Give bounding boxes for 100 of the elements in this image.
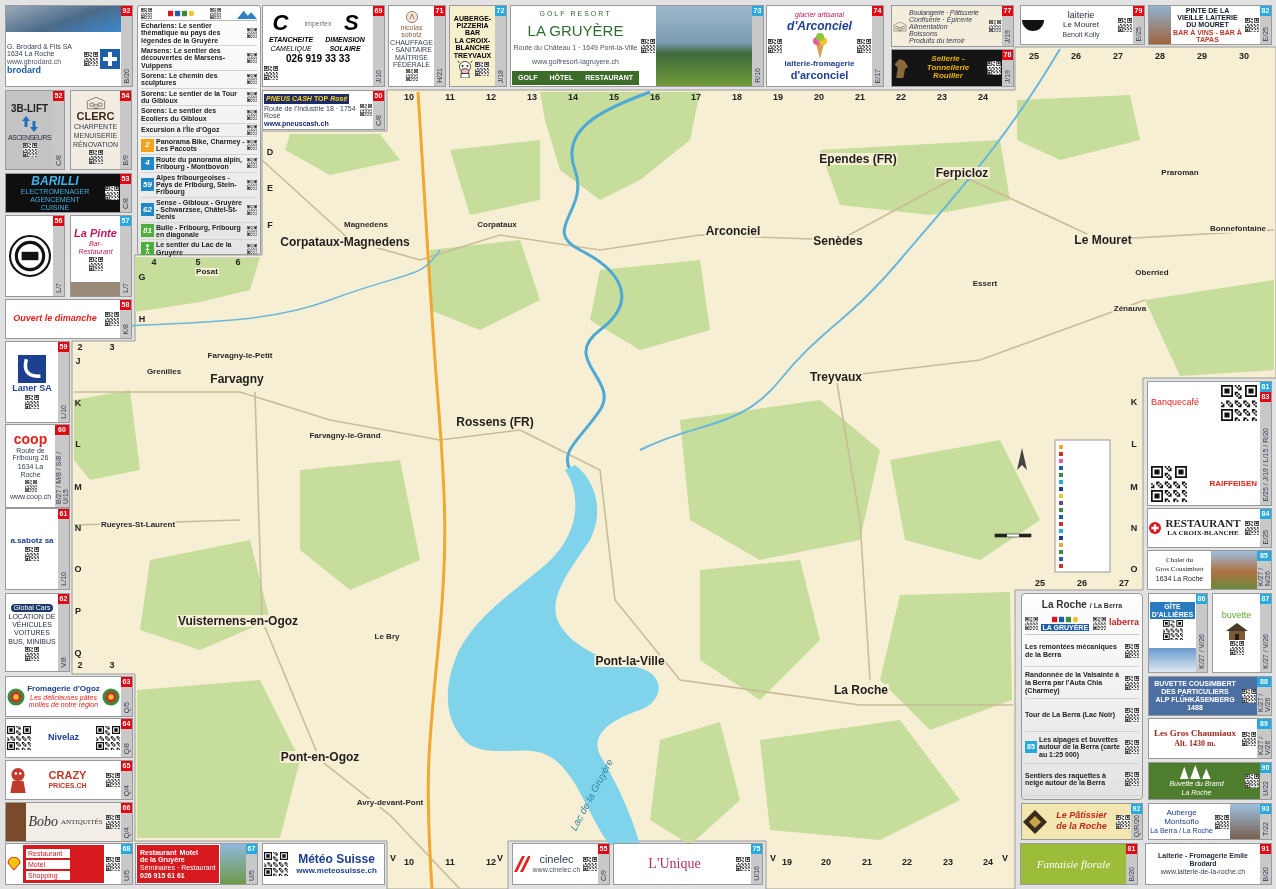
photo-placeholder: [1149, 6, 1171, 44]
qr-code-icon: [22, 142, 37, 157]
business-name: cinelec: [539, 854, 574, 866]
north-arrow-icon: [1017, 448, 1027, 470]
qr-code-icon: [1125, 675, 1139, 690]
business-name: Le Pâtissier: [1056, 811, 1107, 821]
grid-label: 21: [855, 92, 865, 102]
qr-code-icon: [857, 39, 871, 53]
route-number: 81: [141, 224, 154, 238]
grid-label: 3: [109, 342, 115, 352]
qr-code-icon: [1215, 814, 1229, 829]
chalet-icon: [1224, 621, 1249, 640]
place-name: Treyvaux: [809, 371, 863, 383]
round-emblem-icon: [102, 687, 120, 706]
place-name: Rossens (FR): [455, 416, 535, 428]
logo-text: laberra: [1108, 616, 1139, 630]
place-name: Ependes (FR): [818, 153, 898, 165]
qr-code-icon: [1245, 774, 1259, 788]
grid-label: 19: [773, 92, 783, 102]
business-name: RESTAURANT: [1165, 518, 1241, 530]
qr-code-icon: [736, 857, 750, 871]
qr-code-icon: [247, 140, 257, 151]
colorful-animals-logo-icon: [168, 9, 194, 18]
qr-code-icon: [247, 125, 257, 136]
photo-placeholder: [1149, 648, 1196, 672]
qr-code-icon: [1151, 466, 1187, 502]
ad-text: d'arconciel: [790, 69, 849, 81]
grid-label: 22: [902, 857, 912, 867]
qr-code-icon: [247, 74, 257, 85]
ad-text: d'Arconciel: [787, 19, 852, 32]
qr-code-icon: [1118, 18, 1132, 32]
qr-code-icon: [583, 857, 597, 871]
grid-label: 18: [732, 92, 742, 102]
ad-text: Alt. 1430 m.: [1174, 739, 1216, 749]
grid-label: O: [74, 564, 82, 574]
photo-placeholder: [1211, 551, 1257, 589]
business-name: coop: [13, 431, 48, 446]
business-name: L'Unique: [648, 856, 701, 872]
qr-code-icon: [88, 149, 103, 164]
grid-label: O: [1130, 564, 1138, 574]
round-seal-icon: [8, 235, 51, 277]
business-name: buvette: [1221, 611, 1252, 621]
route-number: 62: [141, 203, 154, 217]
building-sketch-icon: [85, 96, 106, 111]
place-name: Praroman: [1160, 169, 1200, 177]
grid-label: K: [74, 398, 82, 408]
qr-code-icon: [987, 61, 1001, 75]
qr-code-icon: [1025, 616, 1038, 630]
place-name: Senèdes: [812, 235, 864, 247]
qr-code-icon: [264, 66, 278, 80]
grid-label: 28: [1155, 51, 1165, 61]
business-name: 3B-LIFT: [10, 103, 49, 115]
business-name: Fantaisie florale: [1036, 857, 1111, 871]
ad-text: Le Mouret: [1063, 21, 1099, 31]
photo-placeholder: [71, 282, 120, 296]
grid-label: 4: [151, 257, 157, 267]
qr-code-icon: [405, 69, 418, 81]
place-name: Farvagny: [209, 373, 265, 385]
grid-label: 25: [1035, 578, 1045, 588]
qr-code-icon: [247, 243, 257, 254]
qr-code-icon: [210, 8, 221, 19]
grid-label: 5: [195, 257, 201, 267]
ad-text: www.meteosuisse.ch: [296, 866, 377, 876]
qr-code-icon: [1125, 772, 1139, 787]
qr-code-icon: [105, 186, 119, 200]
panel-title: La Roche: [1041, 598, 1087, 612]
qr-code-icon: [1245, 521, 1259, 535]
grid-label: 12: [486, 92, 496, 102]
place-name: Le Bry: [373, 633, 401, 641]
ad-text: 026 919 33 33: [285, 54, 351, 64]
qr-code-icon: [105, 312, 119, 326]
grid-label: 30: [1239, 51, 1249, 61]
ad-text: RAIFFEISEN: [1209, 478, 1257, 490]
grid-label: V: [390, 853, 396, 863]
place-name: Pont-la-Ville: [594, 655, 666, 667]
business-name: Les Gros Chaumiaux: [1154, 728, 1236, 739]
qr-code-icon: [1125, 643, 1139, 658]
grid-label: L: [75, 439, 81, 449]
grid-label: 14: [568, 92, 578, 102]
business-name: laiterie: [1067, 11, 1095, 21]
business-name: Fromagerie d'Ogoz: [27, 684, 100, 693]
qr-code-icon: [989, 20, 1001, 32]
grid-label: 10: [404, 857, 414, 867]
qr-code-icon: [1242, 731, 1256, 746]
grid-label: 12: [486, 857, 496, 867]
business-name: Nivelaz: [48, 733, 79, 743]
place-name: Bonnefontaine: [1209, 225, 1267, 233]
round-emblem-icon: [7, 687, 25, 706]
grid-label: 21: [862, 857, 872, 867]
grid-label: N: [74, 523, 82, 533]
grid-label: E: [267, 183, 273, 193]
grid-label: Q: [74, 648, 82, 658]
qr-code-icon: [1242, 689, 1256, 703]
place-name: Avry-devant-Pont: [355, 799, 425, 807]
qr-code-icon: [247, 179, 257, 190]
business-name: Banquecafé: [1151, 396, 1201, 410]
qr-code-icon: [1125, 740, 1139, 755]
grid-label: 27: [1113, 51, 1123, 61]
place-name: Grenilles: [145, 368, 183, 376]
grid-label: 22: [896, 92, 906, 102]
